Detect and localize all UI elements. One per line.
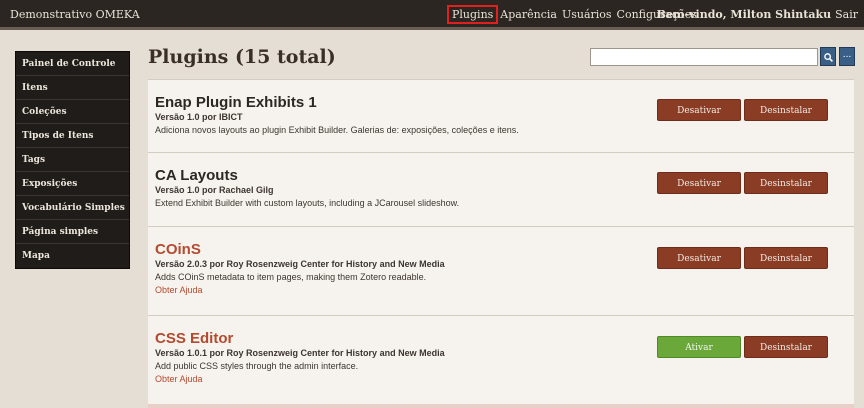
- welcome-user[interactable]: Bem-vindo, Milton Shintaku: [657, 8, 831, 21]
- sidebar-item-colecoes[interactable]: Coleções: [16, 100, 129, 124]
- sidebar-item-itens[interactable]: Itens: [16, 76, 129, 100]
- activate-button[interactable]: Ativar: [657, 336, 741, 358]
- plugin-description: Add public CSS styles through the admin …: [155, 361, 359, 371]
- page-title: Plugins (15 total): [148, 46, 336, 68]
- plugin-list: Enap Plugin Exhibits 1 Versão 1.0 por IB…: [148, 79, 854, 405]
- uninstall-button[interactable]: Desinstalar: [744, 336, 828, 358]
- nav-usuarios[interactable]: Usuários: [562, 8, 612, 21]
- uninstall-button[interactable]: Desinstalar: [744, 247, 828, 269]
- plugin-row: CA Layouts Versão 1.0 por Rachael Gilg E…: [148, 153, 854, 227]
- plugin-name: CA Layouts: [155, 167, 238, 184]
- deactivate-button[interactable]: Desativar: [657, 99, 741, 121]
- plugin-version: Versão 1.0.1 por Roy Rosenzweig Center f…: [155, 348, 445, 358]
- advanced-search-button[interactable]: ...: [839, 47, 855, 66]
- plugin-name[interactable]: COinS: [155, 241, 201, 258]
- plugin-version: Versão 1.0 por IBICT: [155, 112, 243, 122]
- sidebar-item-mapa[interactable]: Mapa: [16, 244, 129, 268]
- plugin-name[interactable]: CSS Editor: [155, 330, 233, 347]
- plugin-description: Adiciona novos layouts ao plugin Exhibit…: [155, 125, 519, 135]
- search-button[interactable]: [820, 47, 836, 66]
- plugin-row: CSS Editor Versão 1.0.1 por Roy Rosenzwe…: [148, 316, 854, 405]
- plugin-row: Enap Plugin Exhibits 1 Versão 1.0 por IB…: [148, 80, 854, 153]
- plugin-row: COinS Versão 2.0.3 por Roy Rosenzweig Ce…: [148, 227, 854, 316]
- nav-aparencia[interactable]: Aparência: [500, 8, 557, 21]
- user-area: Bem-vindo, Milton Shintaku Sair: [657, 8, 858, 21]
- deactivate-button[interactable]: Desativar: [657, 247, 741, 269]
- nav-plugins[interactable]: Plugins: [446, 5, 499, 24]
- next-plugin-row-edge: [148, 404, 854, 408]
- help-link[interactable]: Obter Ajuda: [155, 285, 203, 295]
- plugin-version: Versão 1.0 por Rachael Gilg: [155, 185, 274, 195]
- logout-link[interactable]: Sair: [835, 8, 858, 21]
- sidebar-item-tipos-de-itens[interactable]: Tipos de Itens: [16, 124, 129, 148]
- deactivate-button[interactable]: Desativar: [657, 172, 741, 194]
- top-bar: Demonstrativo OMEKA Plugins Aparência Us…: [0, 0, 864, 30]
- search-input[interactable]: [590, 48, 818, 66]
- search-icon: [823, 47, 833, 66]
- plugin-name: Enap Plugin Exhibits 1: [155, 94, 317, 111]
- sidebar: Painel de Controle Itens Coleções Tipos …: [15, 51, 130, 269]
- plugin-description: Extend Exhibit Builder with custom layou…: [155, 198, 460, 208]
- sidebar-item-vocabulario[interactable]: Vocabulário Simples: [16, 196, 129, 220]
- uninstall-button[interactable]: Desinstalar: [744, 172, 828, 194]
- uninstall-button[interactable]: Desinstalar: [744, 99, 828, 121]
- plugin-description: Adds COinS metadata to item pages, makin…: [155, 272, 427, 282]
- plugin-version: Versão 2.0.3 por Roy Rosenzweig Center f…: [155, 259, 445, 269]
- sidebar-item-exposicoes[interactable]: Exposições: [16, 172, 129, 196]
- sidebar-item-painel[interactable]: Painel de Controle: [16, 52, 129, 76]
- site-title[interactable]: Demonstrativo OMEKA: [10, 8, 140, 21]
- sidebar-item-tags[interactable]: Tags: [16, 148, 129, 172]
- sidebar-item-pagina-simples[interactable]: Página simples: [16, 220, 129, 244]
- help-link[interactable]: Obter Ajuda: [155, 374, 203, 384]
